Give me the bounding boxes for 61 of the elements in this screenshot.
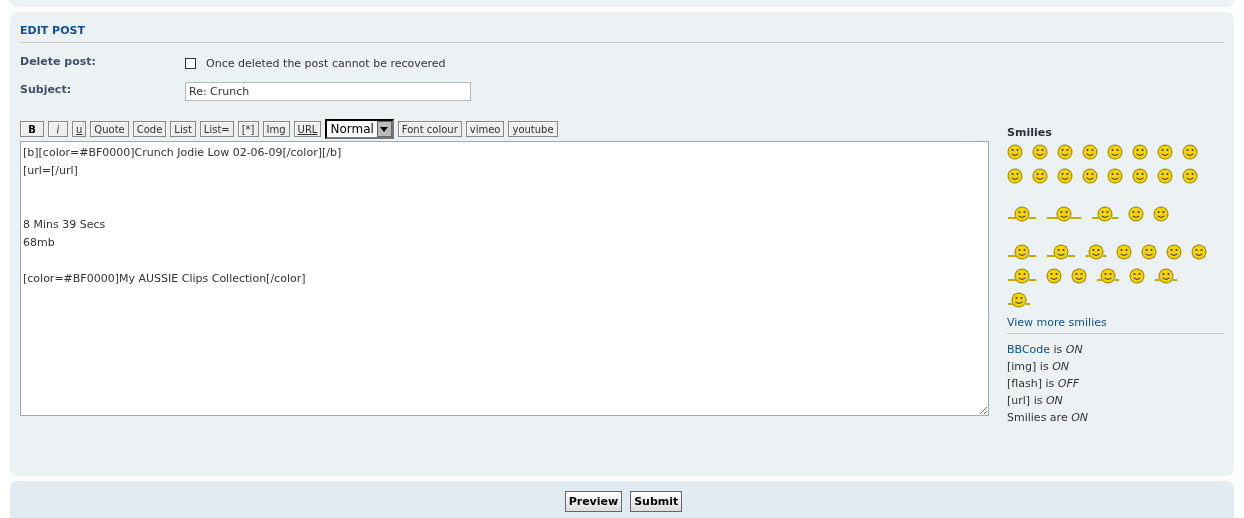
smiley-icon[interactable] <box>1085 244 1107 260</box>
smiley-icon[interactable] <box>1082 168 1098 184</box>
option-status: Smilies are ON <box>1007 410 1090 426</box>
smiley-icon[interactable] <box>1191 244 1207 260</box>
subject-label: Subject: <box>20 82 73 96</box>
smiley-icon[interactable] <box>1182 144 1198 160</box>
format-button[interactable]: Quote <box>90 121 129 137</box>
smiley-icon[interactable] <box>1046 268 1062 284</box>
smiley-icon[interactable] <box>1107 144 1123 160</box>
form-button[interactable]: Submit <box>630 491 683 512</box>
option-status: [flash] is OFF <box>1007 376 1081 392</box>
smiley-icon[interactable] <box>1032 168 1048 184</box>
option-status: BBCode is ON <box>1007 342 1084 358</box>
delete-checkbox[interactable] <box>185 57 196 69</box>
smiley-icon[interactable] <box>1007 292 1031 308</box>
format-button[interactable]: i <box>48 121 68 137</box>
smiley-icon[interactable] <box>1091 206 1119 222</box>
smiley-icon[interactable] <box>1007 168 1023 184</box>
smiley-icon[interactable] <box>1007 144 1023 160</box>
panel-title: EDIT POST <box>20 22 1224 43</box>
format-button[interactable]: Font colour <box>397 121 462 137</box>
view-more-smilies-link[interactable]: View more smilies <box>1007 316 1224 334</box>
smiley-icon[interactable] <box>1153 206 1169 222</box>
format-button[interactable]: vimeo <box>465 121 505 137</box>
form-button[interactable]: Preview <box>564 491 623 512</box>
smiley-icon[interactable] <box>1132 144 1148 160</box>
smiley-icon[interactable] <box>1157 144 1173 160</box>
format-button[interactable]: u <box>72 121 87 137</box>
option-status: [img] is ON <box>1007 359 1070 375</box>
smilies-title: Smilies <box>1007 126 1053 139</box>
smiley-icon[interactable] <box>1182 168 1198 184</box>
smiley-icon[interactable] <box>1057 144 1073 160</box>
smiley-icon[interactable] <box>1129 268 1145 284</box>
smiley-icon[interactable] <box>1157 168 1173 184</box>
format-button[interactable]: List <box>170 121 196 137</box>
format-button[interactable]: Img <box>262 121 290 137</box>
format-button[interactable]: URL <box>293 121 322 137</box>
smiley-icon[interactable] <box>1057 168 1073 184</box>
smiley-icon[interactable] <box>1132 168 1148 184</box>
smiley-icon[interactable] <box>1128 206 1144 222</box>
font-size-dropdown[interactable]: Normal <box>325 119 394 139</box>
smiley-icon[interactable] <box>1154 268 1178 284</box>
delete-post-hint: Once deleted the post cannot be recovered <box>206 56 446 70</box>
format-button[interactable]: [*] <box>237 121 259 137</box>
format-button[interactable]: List= <box>199 121 234 137</box>
format-button[interactable]: Code <box>132 121 167 137</box>
smiley-icon[interactable] <box>1071 268 1087 284</box>
subject-field[interactable]: Re: Crunch <box>185 81 471 101</box>
format-button[interactable]: B <box>20 121 44 137</box>
smiley-icon[interactable] <box>1082 144 1098 160</box>
smiley-icon[interactable] <box>1032 144 1048 160</box>
bbcode-link[interactable]: BBCode <box>1007 343 1051 356</box>
smiley-icon[interactable] <box>1107 168 1123 184</box>
message-field[interactable]: [b][color=#BF0000]Crunch Jodie Low 02-06-09[/color][/b] [url=[/url] 8 Mins 39 Secs 68mb [color=#BF0000]My AUSSIE Clips Collection[/color] <box>20 141 989 416</box>
smiley-icon[interactable] <box>1116 244 1132 260</box>
option-status: [url] is ON <box>1007 393 1064 409</box>
smiley-icon[interactable] <box>1141 244 1157 260</box>
format-button[interactable]: youtube <box>508 121 558 137</box>
smiley-icon[interactable] <box>1166 244 1182 260</box>
delete-post-label: Delete post: <box>20 54 97 68</box>
smiley-icon[interactable] <box>1096 268 1120 284</box>
